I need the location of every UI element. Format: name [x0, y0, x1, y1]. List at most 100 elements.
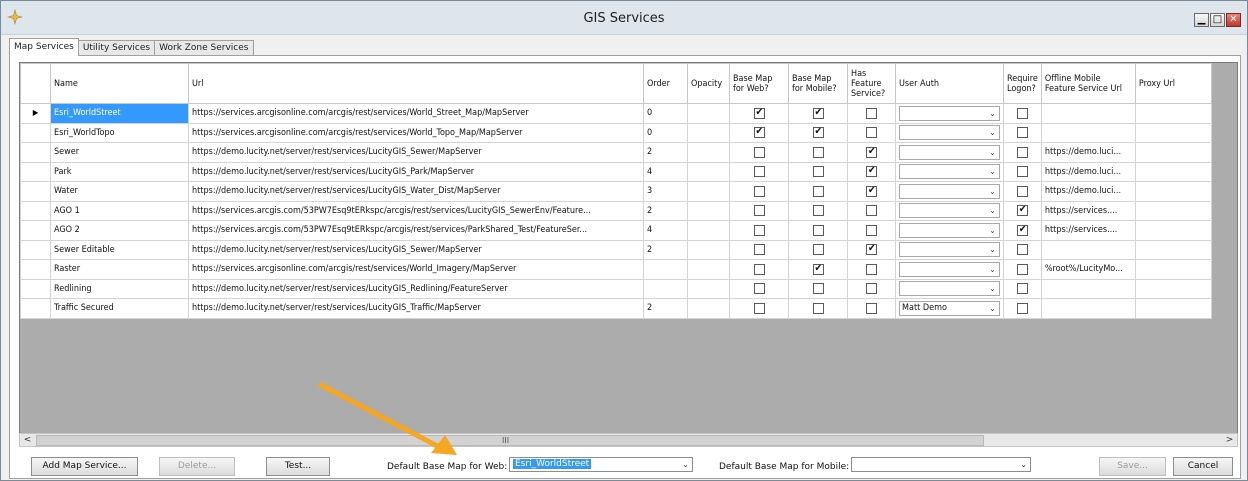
user-auth-combo[interactable]: ⌄ — [899, 144, 1000, 160]
tab-work-zone-services[interactable]: Work Zone Services — [154, 40, 254, 56]
base-web-cell[interactable] — [729, 259, 789, 280]
offline-url-cell[interactable]: https://services.... — [1040, 200, 1136, 221]
offline-url-cell[interactable] — [1040, 122, 1136, 143]
opacity-cell[interactable] — [687, 200, 730, 221]
url-cell[interactable]: https://demo.lucity.net/server/rest/serv… — [188, 181, 644, 202]
column-header-opacity[interactable]: Opacity — [687, 63, 730, 104]
order-cell[interactable] — [643, 259, 688, 280]
name-cell[interactable]: Traffic Secured — [50, 298, 189, 319]
has-feature-cell[interactable] — [847, 122, 896, 143]
require-logon-cell[interactable] — [1003, 122, 1042, 143]
base-mobile-checkbox[interactable] — [812, 126, 824, 139]
base-web-cell[interactable] — [729, 298, 789, 319]
base-web-cell[interactable] — [729, 278, 789, 299]
name-cell[interactable]: Park — [50, 161, 189, 182]
tab-utility-services[interactable]: Utility Services — [77, 40, 156, 56]
has-feature-cell[interactable] — [847, 200, 896, 221]
table-row[interactable]: Redlining https://demo.lucity.net/server/… — [20, 278, 1212, 299]
column-header-name[interactable]: Name — [50, 63, 189, 104]
column-header-offline-url[interactable]: Offline Mobile Feature Service Url — [1040, 63, 1136, 104]
row-header[interactable] — [20, 298, 51, 319]
proxy-url-cell[interactable] — [1134, 103, 1212, 124]
name-cell[interactable]: Raster — [50, 259, 189, 280]
base-web-checkbox[interactable] — [753, 126, 765, 139]
user-auth-cell[interactable]: ⌄ — [895, 142, 1004, 163]
proxy-url-cell[interactable] — [1134, 161, 1212, 182]
minimize-button[interactable]: ▁ — [1194, 13, 1209, 27]
url-cell[interactable]: https://services.arcgisonline.com/arcgis… — [188, 103, 644, 124]
require-logon-checkbox[interactable] — [1016, 166, 1028, 178]
proxy-url-cell[interactable] — [1134, 142, 1212, 163]
require-logon-checkbox[interactable] — [1016, 263, 1028, 275]
order-cell[interactable]: 4 — [643, 161, 688, 182]
base-web-cell[interactable] — [729, 181, 789, 202]
user-auth-cell[interactable]: ⌄ — [895, 103, 1004, 124]
column-header-user-auth[interactable]: User Auth — [895, 63, 1004, 104]
proxy-url-cell[interactable] — [1134, 239, 1212, 260]
base-mobile-cell[interactable] — [788, 103, 848, 124]
add-map-service-button[interactable]: Add Map Service... — [31, 457, 138, 476]
table-row[interactable]: ▶ Esri_WorldStreet https://services.arcgis… — [20, 103, 1212, 124]
table-row[interactable]: Sewer Editable https://demo.lucity.net/se… — [20, 239, 1212, 260]
require-logon-cell[interactable] — [1003, 142, 1042, 163]
column-header-order[interactable]: Order — [643, 63, 688, 104]
cancel-button[interactable]: Cancel — [1173, 457, 1233, 476]
opacity-cell[interactable] — [687, 298, 730, 319]
base-mobile-cell[interactable] — [788, 181, 848, 202]
name-cell[interactable]: Sewer Editable — [50, 239, 189, 260]
proxy-url-cell[interactable] — [1134, 259, 1212, 280]
order-cell[interactable] — [643, 278, 688, 299]
require-logon-cell[interactable] — [1003, 220, 1042, 241]
has-feature-checkbox[interactable] — [866, 302, 877, 314]
offline-url-cell[interactable]: https://demo.luci... — [1040, 181, 1136, 202]
base-web-checkbox[interactable] — [753, 244, 765, 256]
user-auth-combo[interactable]: ⌄ — [899, 105, 1000, 121]
column-header-base-web[interactable]: Base Map for Web? — [729, 63, 789, 104]
base-mobile-checkbox[interactable] — [812, 302, 824, 314]
has-feature-checkbox[interactable] — [866, 107, 877, 119]
proxy-url-cell[interactable] — [1134, 298, 1212, 319]
has-feature-cell[interactable] — [847, 298, 896, 319]
base-web-checkbox[interactable] — [753, 146, 765, 158]
base-web-checkbox[interactable] — [753, 185, 765, 197]
base-web-cell[interactable] — [729, 200, 789, 221]
offline-url-cell[interactable] — [1040, 278, 1136, 299]
has-feature-cell[interactable] — [847, 220, 896, 241]
name-cell[interactable]: Water — [50, 181, 189, 202]
require-logon-cell[interactable] — [1003, 298, 1042, 319]
opacity-cell[interactable] — [687, 278, 730, 299]
user-auth-combo[interactable]: ⌄ — [899, 125, 1000, 141]
has-feature-checkbox[interactable] — [866, 243, 877, 256]
require-logon-checkbox[interactable] — [1016, 127, 1028, 139]
order-cell[interactable]: 4 — [643, 220, 688, 241]
base-web-cell[interactable] — [729, 122, 789, 143]
table-row[interactable]: Raster https://services.arcgisonline.com/… — [20, 259, 1212, 280]
require-logon-cell[interactable] — [1003, 181, 1042, 202]
horizontal-scrollbar[interactable]: < III > — [19, 433, 1238, 447]
order-cell[interactable]: 2 — [643, 239, 688, 260]
user-auth-cell[interactable]: ⌄ — [895, 239, 1004, 260]
table-row[interactable]: Esri_WorldTopo https://services.arcgisonl… — [20, 122, 1212, 143]
base-mobile-cell[interactable] — [788, 122, 848, 143]
name-cell[interactable]: AGO 2 — [50, 220, 189, 241]
user-auth-combo[interactable]: ⌄ — [899, 164, 1000, 180]
has-feature-checkbox[interactable] — [866, 283, 877, 295]
row-header[interactable] — [20, 181, 51, 202]
opacity-cell[interactable] — [687, 239, 730, 260]
has-feature-checkbox[interactable] — [866, 185, 877, 197]
has-feature-cell[interactable] — [847, 103, 896, 124]
user-auth-combo[interactable]: ⌄ — [899, 203, 1000, 219]
name-cell[interactable]: Sewer — [50, 142, 189, 163]
column-header-base-mobile[interactable]: Base Map for Mobile? — [788, 63, 848, 104]
base-web-cell[interactable] — [729, 103, 789, 124]
base-mobile-checkbox[interactable] — [812, 107, 824, 119]
require-logon-checkbox[interactable] — [1016, 302, 1028, 314]
base-mobile-checkbox[interactable] — [812, 283, 824, 295]
user-auth-cell[interactable]: Matt Demo ⌄ — [895, 298, 1004, 319]
has-feature-cell[interactable] — [847, 278, 896, 299]
proxy-url-cell[interactable] — [1134, 220, 1212, 241]
url-cell[interactable]: https://services.arcgis.com/53PW7Esq9tER… — [188, 220, 644, 241]
base-web-checkbox[interactable] — [753, 263, 765, 275]
name-cell[interactable]: AGO 1 — [50, 200, 189, 221]
require-logon-checkbox[interactable] — [1016, 185, 1028, 197]
